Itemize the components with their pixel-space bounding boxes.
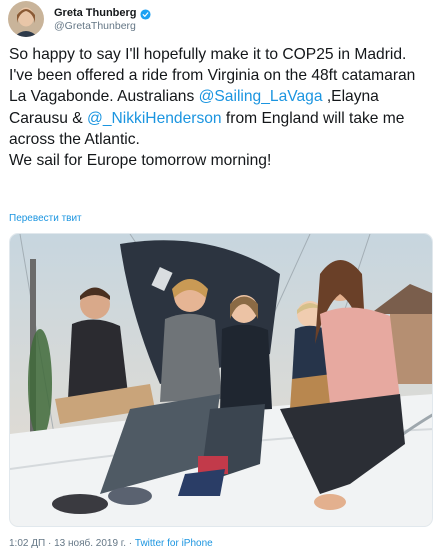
author-names: Greta Thunberg @GretaThunberg (54, 6, 151, 33)
tweet-photo[interactable] (9, 233, 433, 527)
tweet-source-link[interactable]: Twitter for iPhone (135, 538, 213, 549)
tweet-footer: 1:02 ДП · 13 нояб. 2019 г. · Twitter for… (9, 538, 213, 549)
mention-nikkihenderson[interactable]: @_NikkiHenderson (87, 110, 222, 127)
mention-sailing-lavaga[interactable]: @Sailing_LaVaga (199, 88, 323, 105)
name-row: Greta Thunberg (54, 6, 151, 20)
tweet-line-3: We sail for Europe tomorrow morning! (9, 152, 272, 170)
display-name[interactable]: Greta Thunberg (54, 6, 137, 20)
avatar[interactable] (8, 1, 44, 37)
tweet: Greta Thunberg @GretaThunberg So happy t… (0, 0, 443, 553)
user-handle[interactable]: @GretaThunberg (54, 20, 151, 33)
footer-separator: · (45, 538, 55, 549)
tweet-text: So happy to say I'll hopefully make it t… (9, 44, 437, 171)
avatar-photo (8, 1, 44, 37)
tweet-header: Greta Thunberg @GretaThunberg (8, 1, 151, 37)
tweet-line-1: So happy to say I'll hopefully make it t… (9, 46, 407, 63)
footer-separator-2: · (126, 538, 135, 549)
tweet-time[interactable]: 1:02 ДП (9, 538, 45, 549)
translate-tweet-link[interactable]: Перевести твит (9, 213, 82, 224)
crew-on-catamaran-image (10, 234, 432, 526)
tweet-date[interactable]: 13 нояб. 2019 г. (54, 538, 126, 549)
verified-badge-icon (139, 7, 151, 20)
